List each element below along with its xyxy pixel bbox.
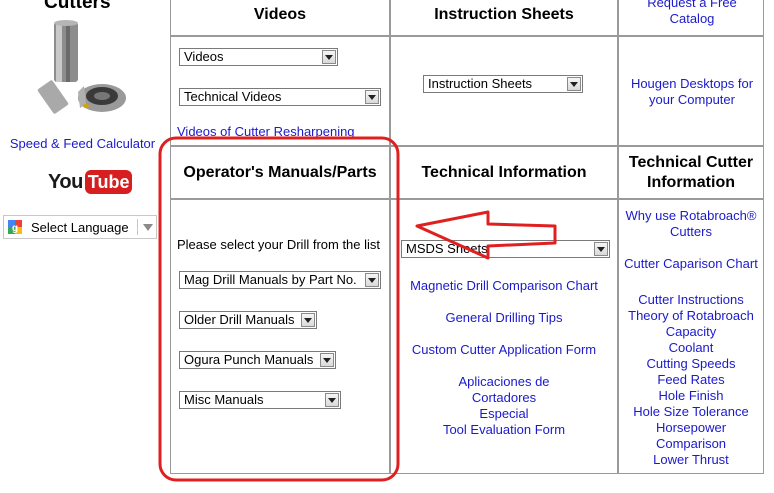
msds-sheets-select-value: MSDS Sheets bbox=[406, 241, 488, 256]
youtube-you-text: You bbox=[48, 170, 83, 193]
misc-manuals-select-value: Misc Manuals bbox=[184, 392, 264, 407]
feed-rates-link[interactable]: Feed Rates bbox=[619, 372, 763, 388]
chevron-down-icon bbox=[322, 50, 336, 64]
instruction-sheets-select-value: Instruction Sheets bbox=[428, 76, 533, 91]
cutting-speeds-link[interactable]: Cutting Speeds bbox=[619, 356, 763, 372]
older-drill-manuals-select-value: Older Drill Manuals bbox=[184, 312, 295, 327]
instruction-sheets-select[interactable]: Instruction Sheets bbox=[423, 75, 583, 93]
hole-finish-link[interactable]: Hole Finish bbox=[619, 388, 763, 404]
request-catalog-link[interactable]: Request a Free Catalog bbox=[629, 0, 755, 27]
chevron-down-icon bbox=[365, 90, 379, 104]
ogura-punch-manuals-select-value: Ogura Punch Manuals bbox=[184, 352, 314, 367]
videos-select[interactable]: Videos bbox=[179, 48, 338, 66]
desktops-cell: Hougen Desktops for your Computer bbox=[618, 36, 764, 146]
cutter-information-cell: Why use Rotabroach® Cutters Cutter Capar… bbox=[618, 199, 764, 474]
manuals-header: Operator's Manuals/Parts bbox=[170, 146, 390, 199]
youtube-logo[interactable]: You Tube bbox=[48, 169, 133, 195]
sidebar: Cutters Speed & Feed Calculator You Tube… bbox=[0, 0, 165, 493]
technical-videos-select[interactable]: Technical Videos bbox=[179, 88, 381, 106]
videos-cell: Videos Technical Videos Videos of Cutter… bbox=[170, 36, 390, 146]
general-drilling-tips-link[interactable]: General Drilling Tips bbox=[391, 310, 617, 326]
instruction-sheets-header-text: Instruction Sheets bbox=[434, 6, 574, 23]
older-drill-manuals-select[interactable]: Older Drill Manuals bbox=[179, 311, 317, 329]
drill-select-prompt: Please select your Drill from the list bbox=[177, 237, 381, 252]
translate-divider bbox=[137, 219, 138, 235]
aplicaciones-link[interactable]: Aplicaciones de Cortadores Especial bbox=[449, 374, 559, 422]
chevron-down-icon bbox=[301, 313, 315, 327]
mag-drill-manuals-select[interactable]: Mag Drill Manuals by Part No. bbox=[179, 271, 381, 289]
manuals-cell: Please select your Drill from the list M… bbox=[170, 199, 390, 474]
chevron-down-icon bbox=[567, 77, 581, 91]
catalog-cell: Request a Free Catalog bbox=[618, 0, 764, 36]
horsepower-comparison-link[interactable]: Horsepower Comparison bbox=[641, 420, 741, 452]
instruction-sheets-header: Instruction Sheets bbox=[390, 0, 618, 36]
chevron-down-icon bbox=[594, 242, 608, 256]
cutter-caparison-chart-link[interactable]: Cutter Caparison Chart bbox=[619, 256, 763, 272]
youtube-tube-text: Tube bbox=[84, 170, 133, 194]
translate-label: Select Language bbox=[31, 220, 129, 235]
cutter-instructions-link[interactable]: Cutter Instructions bbox=[619, 292, 763, 308]
translate-select[interactable]: g Select Language bbox=[3, 215, 157, 239]
cutter-resharpening-link[interactable]: Videos of Cutter Resharpening bbox=[177, 124, 355, 140]
why-use-rotabroach-link[interactable]: Why use Rotabroach® Cutters bbox=[621, 208, 761, 240]
cutter-information-header: Technical Cutter Information bbox=[618, 146, 764, 199]
technical-information-cell: MSDS Sheets Magnetic Drill Comparison Ch… bbox=[390, 199, 618, 474]
technical-information-header: Technical Information bbox=[390, 146, 618, 199]
videos-header: Videos bbox=[170, 0, 390, 36]
google-g-icon: g bbox=[8, 220, 22, 234]
speed-feed-calculator-link[interactable]: Speed & Feed Calculator bbox=[0, 136, 165, 152]
theory-of-rotabroach-link[interactable]: Theory of Rotabroach Capacity bbox=[627, 308, 755, 340]
hougen-desktops-link[interactable]: Hougen Desktops for your Computer bbox=[625, 76, 759, 108]
technical-videos-select-value: Technical Videos bbox=[184, 89, 282, 104]
manuals-header-text: Operator's Manuals/Parts bbox=[183, 163, 377, 181]
coolant-link[interactable]: Coolant bbox=[619, 340, 763, 356]
hole-size-tolerance-link[interactable]: Hole Size Tolerance bbox=[619, 404, 763, 420]
sidebar-title: Cutters bbox=[44, 0, 111, 13]
cutter-product-image bbox=[37, 20, 126, 114]
cutter-information-header-text: Technical Cutter Information bbox=[628, 153, 754, 191]
tool-evaluation-form-link[interactable]: Tool Evaluation Form bbox=[391, 422, 617, 438]
videos-select-value: Videos bbox=[184, 49, 224, 64]
msds-sheets-select[interactable]: MSDS Sheets bbox=[401, 240, 610, 258]
chevron-down-icon bbox=[325, 393, 339, 407]
ogura-punch-manuals-select[interactable]: Ogura Punch Manuals bbox=[179, 351, 336, 369]
chevron-down-icon bbox=[143, 224, 153, 231]
svg-text:g: g bbox=[12, 223, 18, 234]
custom-cutter-form-link[interactable]: Custom Cutter Application Form bbox=[391, 342, 617, 358]
chevron-down-icon bbox=[365, 273, 379, 287]
mag-drill-manuals-select-value: Mag Drill Manuals by Part No. bbox=[184, 272, 357, 287]
technical-information-header-text: Technical Information bbox=[421, 163, 587, 181]
chevron-down-icon bbox=[320, 353, 334, 367]
videos-header-text: Videos bbox=[253, 6, 307, 23]
instruction-sheets-cell: Instruction Sheets bbox=[390, 36, 618, 146]
mag-drill-comparison-link[interactable]: Magnetic Drill Comparison Chart bbox=[391, 278, 617, 294]
misc-manuals-select[interactable]: Misc Manuals bbox=[179, 391, 341, 409]
lower-thrust-link[interactable]: Lower Thrust bbox=[619, 452, 763, 468]
